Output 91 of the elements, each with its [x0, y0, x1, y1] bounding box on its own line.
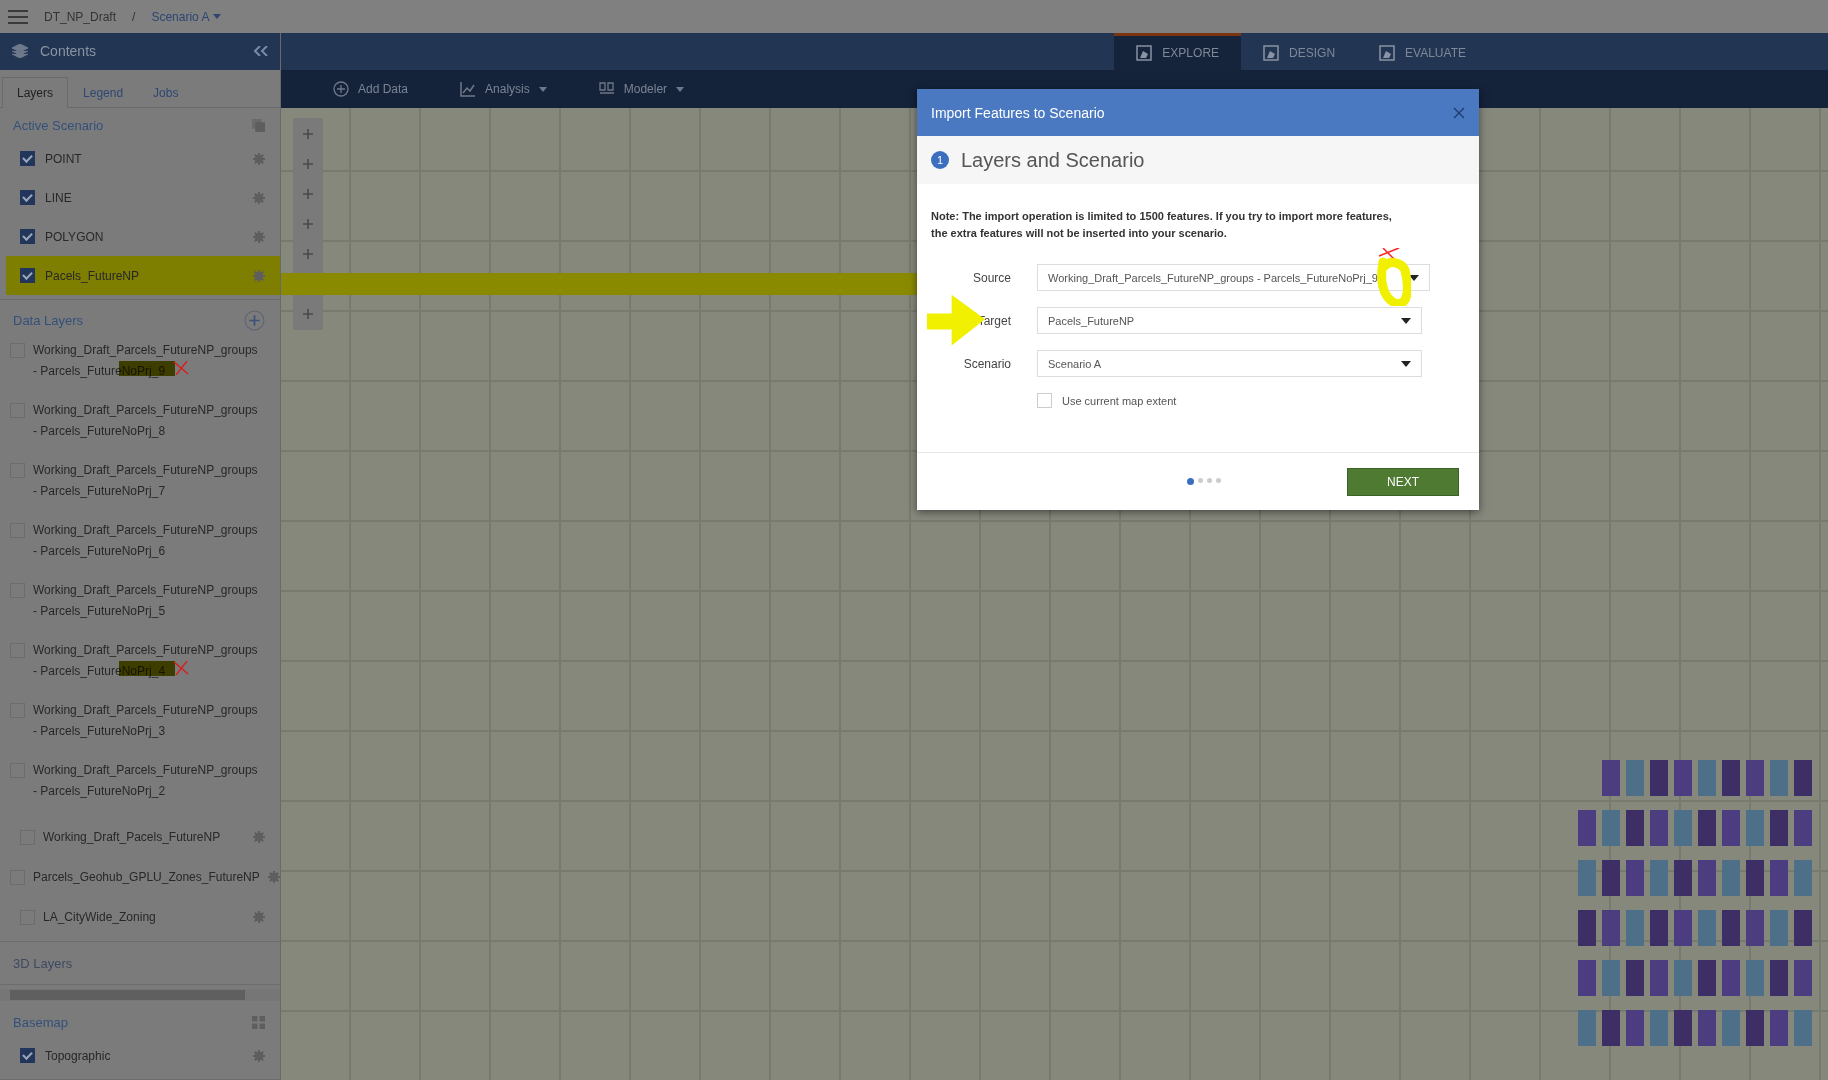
settings-icon[interactable]	[253, 269, 265, 282]
cross-mark-icon	[173, 661, 189, 676]
close-icon[interactable]	[1453, 106, 1465, 119]
page-dot[interactable]	[1216, 478, 1221, 483]
settings-icon[interactable]	[253, 152, 265, 165]
checkbox[interactable]	[20, 151, 35, 167]
dropdown-field[interactable]: Scenario A	[1037, 350, 1422, 377]
map-tool-icon[interactable]	[300, 126, 316, 142]
dropdown-field[interactable]: Pacels_FutureNP	[1037, 307, 1422, 334]
breadcrumb-separator: /	[132, 9, 136, 24]
layer-name: - Parcels_FutureNoPrj_5	[33, 604, 166, 619]
checkbox[interactable]	[20, 268, 35, 284]
settings-icon[interactable]	[267, 871, 280, 884]
add-icon[interactable]	[244, 310, 265, 332]
section-title: Basemap	[13, 1015, 68, 1030]
cross-mark-icon	[173, 361, 189, 376]
sidebar-tab[interactable]: Jobs	[138, 77, 194, 109]
caret-icon	[1401, 317, 1411, 324]
map-tool-icon[interactable]	[300, 306, 316, 322]
layer-name: - Parcels_FutureNoPrj_3	[33, 724, 166, 739]
layer-name: - Parcels_FutureNoPrj_6	[33, 544, 166, 559]
page-dot[interactable]	[1187, 478, 1194, 485]
layer-name: Pacels_FutureNP	[45, 268, 141, 283]
checkbox[interactable]	[20, 1048, 35, 1063]
caret-icon	[1409, 274, 1419, 281]
settings-icon[interactable]	[253, 230, 265, 243]
map-tool-icon[interactable]	[300, 186, 316, 202]
mode-tab[interactable]: DESIGN	[1241, 33, 1358, 70]
grid-icon[interactable]	[252, 1016, 265, 1029]
tab-icon	[1136, 45, 1153, 61]
next-button[interactable]: NEXT	[1347, 467, 1459, 496]
section-title: Data Layers	[13, 313, 84, 329]
toolbar-button[interactable]: Add Data	[327, 80, 415, 98]
field-label: Source	[971, 270, 1012, 285]
tab-icon	[1263, 45, 1280, 61]
layer-name: Topographic	[45, 1048, 112, 1063]
mode-tab[interactable]: EVALUATE	[1357, 33, 1488, 70]
tab-icon	[1379, 45, 1396, 61]
tool-icon	[333, 81, 349, 97]
layer-name: - Parcels_FutureNoPrj_2	[33, 784, 166, 799]
layer-name: LA_CityWide_Zoning	[43, 910, 157, 925]
layer-name: - Parcels_FutureNoPrj_8	[33, 424, 166, 439]
layer-name: Working_Draft_Parcels_FutureNP_groups	[33, 643, 259, 658]
layer-name: Working_Draft_Parcels_FutureNP_groups	[33, 403, 259, 418]
layer-name: POINT	[45, 151, 83, 166]
checkbox[interactable]	[20, 190, 35, 206]
layer-name: Parcels_Geohub_GPLU_Zones_FutureNP	[33, 870, 260, 885]
collapse-icon[interactable]	[254, 46, 268, 57]
layer-name: Working_Draft_Parcels_FutureNP_groups	[33, 763, 259, 778]
map-tool-icon[interactable]	[300, 246, 316, 262]
layer-name: Working_Draft_Parcels_FutureNP_groups	[33, 523, 259, 538]
layer-name: Working_Draft_Parcels_FutureNP_groups	[33, 463, 259, 478]
step-title: Layers and Scenario	[961, 148, 1145, 172]
dialog-title: Import Features to Scenario	[931, 104, 1105, 121]
layers-icon	[12, 44, 28, 59]
project-name[interactable]: DT_NP_Draft	[44, 9, 117, 24]
menu-icon[interactable]	[8, 9, 28, 24]
layer-name: Working_Draft_Parcels_FutureNP_groups	[33, 703, 259, 718]
section-title: Active Scenario	[13, 118, 104, 134]
sidebar-title: Contents	[40, 43, 98, 60]
caret-icon	[1401, 360, 1411, 367]
layer-name: POLYGON	[45, 229, 105, 244]
page-dot[interactable]	[1198, 478, 1203, 483]
toolbar-button[interactable]: Modeler	[592, 80, 691, 98]
mode-tab[interactable]: EXPLORE	[1114, 33, 1242, 70]
sidebar-tab[interactable]: Layers	[2, 77, 69, 109]
map-tool-icon[interactable]	[300, 216, 316, 232]
tool-icon	[598, 81, 615, 97]
note-text: Note: The import operation is limited to 1500 features. If you try to import more features, the extra features will not be inserted into your scenario.	[931, 209, 1393, 241]
page-dot[interactable]	[1207, 478, 1212, 483]
map-tool-icon[interactable]	[300, 156, 316, 172]
layer-name: LINE	[45, 190, 73, 205]
section-title: 3D Layers	[13, 956, 73, 972]
layer-name: Working_Draft_Pacels_FutureNP	[43, 830, 222, 845]
step-badge: 1	[931, 151, 949, 169]
layer-name: Working_Draft_Parcels_FutureNP_groups	[33, 583, 259, 598]
copy-icon[interactable]	[252, 119, 265, 133]
scenario-dropdown[interactable]: Scenario A	[151, 9, 222, 24]
checkbox[interactable]	[20, 229, 35, 245]
caret-icon	[213, 14, 222, 19]
settings-icon[interactable]	[253, 831, 265, 844]
settings-icon[interactable]	[253, 911, 265, 924]
settings-icon[interactable]	[253, 191, 265, 204]
field-label: Scenario	[962, 356, 1012, 371]
horizontal-scrollbar[interactable]	[0, 989, 280, 1001]
checkbox-label: Use current map extent	[1062, 394, 1177, 407]
toolbar-button[interactable]: Analysis	[454, 80, 553, 98]
settings-icon[interactable]	[253, 1049, 265, 1062]
layer-name: Working_Draft_Parcels_FutureNP_groups	[33, 343, 259, 358]
tool-icon	[460, 81, 477, 97]
layer-name: - Parcels_FutureNoPrj_7	[33, 484, 166, 499]
